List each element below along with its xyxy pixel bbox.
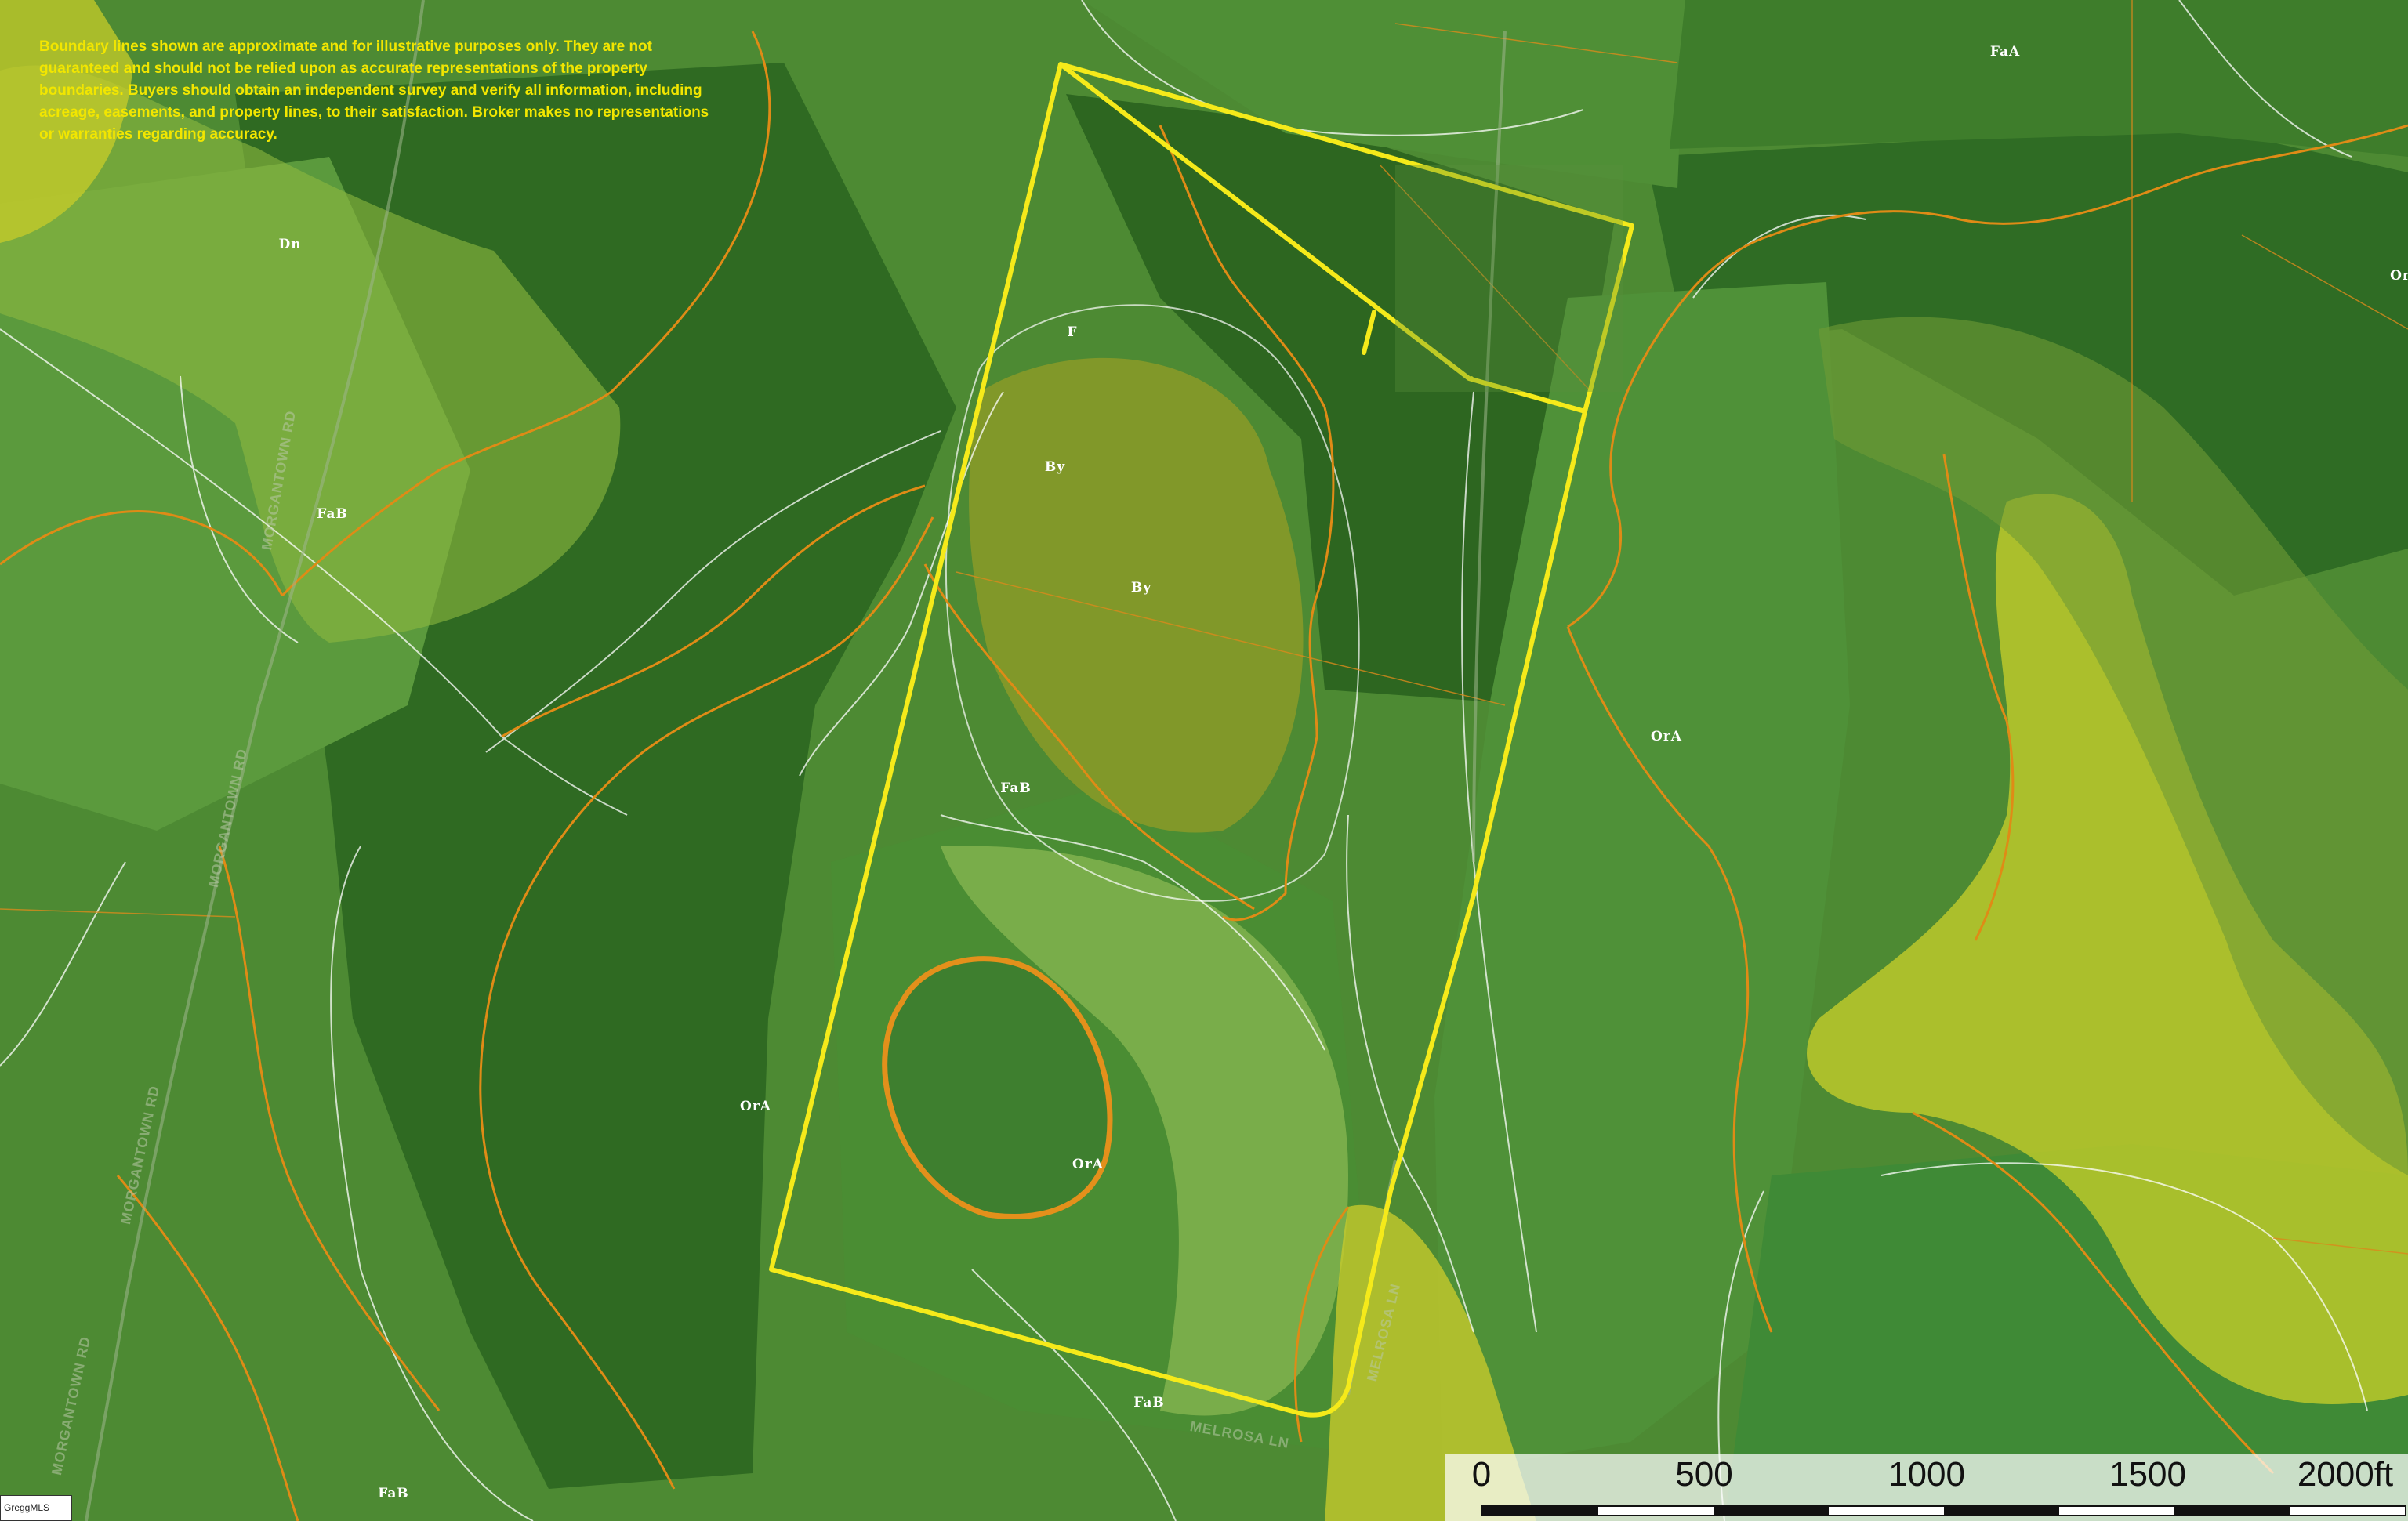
soil-label-fab: FaB [1133,1395,1165,1411]
soil-label-by: By [1130,580,1152,596]
disclaimer-text: Boundary lines shown are approximate and… [39,38,709,143]
soil-label-f: F [1067,324,1078,340]
soil-label-fab: FaB [1000,780,1032,796]
soil-label-dn: Dn [278,237,302,252]
soil-label-fab: FaB [378,1486,409,1501]
soil-label-by: By [1044,459,1066,475]
map-imagery [0,0,2408,1521]
scale-tick-label: 0 [1471,1455,1492,1494]
scale-tick-label: 2000ft [2297,1455,2394,1494]
soil-label-ora: OrA [740,1099,771,1114]
scale-bar: 0 500 1000 1500 2000ft [1445,1454,2408,1521]
soil-label-faa: FaA [1989,44,2021,60]
scale-tick-label: 1000 [1888,1455,1965,1494]
soil-label-or: Or [2390,268,2408,284]
scale-tick-label: 1500 [2109,1455,2186,1494]
soil-label-ora: OrA [1072,1157,1104,1172]
scale-ruler [1481,1505,2406,1516]
soil-map[interactable]: Boundary lines shown are approximate and… [0,0,2408,1521]
scale-tick-label: 500 [1675,1455,1733,1494]
mls-logo: GreggMLS [0,1495,72,1521]
field-northeast [1670,0,2408,157]
soil-label-fab: FaB [317,506,348,522]
soil-label-ora: OrA [1651,729,1682,744]
